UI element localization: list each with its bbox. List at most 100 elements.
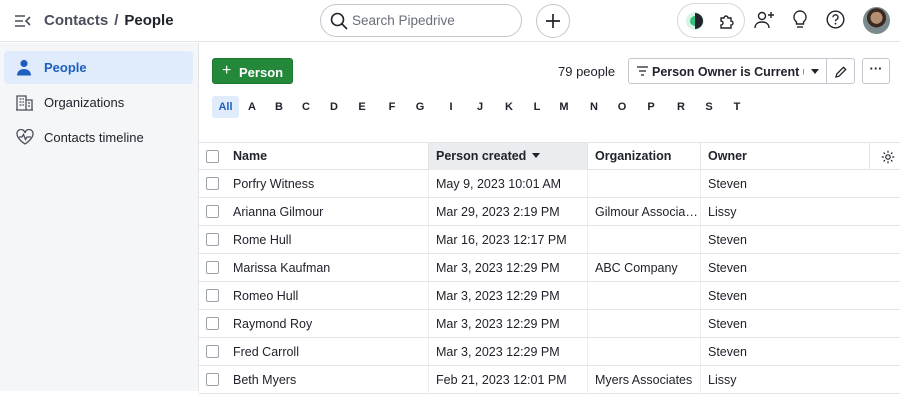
- row-checkbox[interactable]: [206, 373, 219, 386]
- cell-name[interactable]: Romeo Hull: [226, 282, 429, 309]
- cell-person-created: Mar 29, 2023 2:19 PM: [429, 198, 588, 225]
- sidebar-item-contacts-timeline[interactable]: Contacts timeline: [4, 121, 193, 154]
- add-person-label: Person: [239, 65, 284, 80]
- cell-owner: Steven: [708, 345, 747, 359]
- table-row[interactable]: Arianna Gilmour Mar 29, 2023 2:19 PM Gilmo…: [199, 198, 900, 226]
- alphabet-letter-p[interactable]: P: [644, 96, 658, 118]
- row-checkbox[interactable]: [206, 205, 219, 218]
- people-count: 79 people: [558, 64, 616, 79]
- sidebar-item-people[interactable]: People: [4, 51, 193, 84]
- row-checkbox[interactable]: [206, 345, 219, 358]
- alphabet-letter-a[interactable]: A: [245, 96, 259, 118]
- puzzle-icon[interactable]: [718, 12, 736, 30]
- breadcrumb-parent[interactable]: Contacts: [44, 12, 108, 29]
- alphabet-letter-m[interactable]: M: [557, 96, 571, 118]
- row-checkbox[interactable]: [206, 289, 219, 302]
- alphabet-letter-g[interactable]: G: [413, 96, 427, 118]
- sidebar-item-organizations[interactable]: Organizations: [4, 86, 193, 119]
- table-row[interactable]: Rome Hull Mar 16, 2023 12:17 PM Steven: [199, 226, 900, 254]
- column-header-organization[interactable]: Organization: [588, 143, 701, 170]
- alphabet-letter-s[interactable]: S: [702, 96, 716, 118]
- user-avatar[interactable]: [863, 7, 890, 34]
- column-header-owner[interactable]: Owner: [701, 143, 870, 170]
- cell-name[interactable]: Rome Hull: [226, 226, 429, 253]
- table-row[interactable]: Raymond Roy Mar 3, 2023 12:29 PM Steven: [199, 310, 900, 338]
- cell-person-created: Mar 16, 2023 12:17 PM: [429, 226, 588, 253]
- plus-icon: [546, 14, 560, 28]
- row-checkbox[interactable]: [206, 233, 219, 246]
- alphabet-letter-o[interactable]: O: [615, 96, 629, 118]
- search-placeholder: Search Pipedrive: [352, 13, 455, 28]
- column-label: Organization: [595, 149, 672, 163]
- search-input[interactable]: Search Pipedrive: [320, 4, 522, 37]
- person-icon: [17, 59, 31, 76]
- column-header-name[interactable]: Name: [226, 143, 429, 170]
- cell-owner: Steven: [708, 177, 747, 191]
- row-checkbox[interactable]: [206, 317, 219, 330]
- alphabet-letter-k[interactable]: K: [502, 96, 516, 118]
- sort-descending-icon: [532, 153, 541, 158]
- cell-organization[interactable]: [588, 170, 701, 197]
- select-all-checkbox[interactable]: [206, 150, 219, 163]
- cell-organization[interactable]: [588, 226, 701, 253]
- cell-organization[interactable]: [588, 338, 701, 365]
- collapse-menu-icon[interactable]: [14, 12, 32, 30]
- cell-name[interactable]: Arianna Gilmour: [226, 198, 429, 225]
- add-person-button[interactable]: + Person: [212, 58, 293, 84]
- alphabet-letter-l[interactable]: L: [530, 96, 544, 118]
- alphabet-letter-b[interactable]: B: [272, 96, 286, 118]
- plus-icon: +: [222, 62, 232, 79]
- row-checkbox[interactable]: [206, 261, 219, 274]
- cell-person-created: Mar 3, 2023 12:29 PM: [429, 338, 588, 365]
- alphabet-letter-t[interactable]: T: [730, 96, 744, 118]
- heart-pulse-icon: [16, 129, 34, 145]
- column-label: Person created: [436, 149, 527, 163]
- sidebar-item-label: Contacts timeline: [44, 130, 144, 145]
- table-row[interactable]: Beth Myers Feb 21, 2023 12:01 PM Myers Ass…: [199, 366, 900, 394]
- cell-owner: Lissy: [708, 373, 737, 387]
- growth-icon[interactable]: [685, 11, 705, 31]
- cell-organization[interactable]: Gilmour Associates: [588, 198, 701, 225]
- invite-users-icon[interactable]: [754, 10, 776, 30]
- gear-icon[interactable]: [881, 150, 895, 164]
- cell-name[interactable]: Raymond Roy: [226, 310, 429, 337]
- table-header: Name Person created Organization Owner: [199, 142, 900, 170]
- lightbulb-icon[interactable]: [792, 10, 808, 30]
- alphabet-letter-f[interactable]: F: [385, 96, 399, 118]
- alphabet-letter-j[interactable]: J: [473, 96, 487, 118]
- cell-organization[interactable]: Myers Associates: [588, 366, 701, 393]
- cell-name[interactable]: Beth Myers: [226, 366, 429, 393]
- cell-organization[interactable]: [588, 282, 701, 309]
- table-row[interactable]: Romeo Hull Mar 3, 2023 12:29 PM Steven: [199, 282, 900, 310]
- table-row[interactable]: Porfry Witness May 9, 2023 10:01 AM Steven: [199, 170, 900, 198]
- filter-label: Person Owner is Current user: [652, 65, 804, 79]
- alphabet-letter-d[interactable]: D: [327, 96, 341, 118]
- edit-filter-button[interactable]: [826, 58, 855, 84]
- quick-add-button[interactable]: [536, 4, 570, 38]
- cell-owner: Steven: [708, 317, 747, 331]
- alphabet-letter-all[interactable]: All: [212, 96, 239, 118]
- top-bar: Contacts / People Search Pipedrive: [0, 0, 900, 42]
- cell-name[interactable]: Porfry Witness: [226, 170, 429, 197]
- cell-owner: Lissy: [708, 205, 737, 219]
- cell-name[interactable]: Fred Carroll: [226, 338, 429, 365]
- column-label: Name: [233, 149, 268, 163]
- table-row[interactable]: Marissa Kaufman Mar 3, 2023 12:29 PM ABC C…: [199, 254, 900, 282]
- row-checkbox[interactable]: [206, 177, 219, 190]
- cell-organization[interactable]: [588, 310, 701, 337]
- filter-dropdown[interactable]: Person Owner is Current user: [628, 58, 827, 84]
- more-actions-button[interactable]: ···: [862, 58, 890, 84]
- alphabet-letter-i[interactable]: I: [444, 96, 458, 118]
- extensions-group: [677, 3, 745, 38]
- alphabet-letter-e[interactable]: E: [355, 96, 369, 118]
- table-row[interactable]: Fred Carroll Mar 3, 2023 12:29 PM Steven: [199, 338, 900, 366]
- chevron-down-icon: [811, 69, 819, 74]
- column-header-person-created[interactable]: Person created: [429, 143, 588, 170]
- alphabet-letter-r[interactable]: R: [674, 96, 688, 118]
- search-icon: [330, 12, 348, 30]
- help-icon[interactable]: [826, 10, 845, 29]
- alphabet-letter-c[interactable]: C: [299, 96, 313, 118]
- cell-name[interactable]: Marissa Kaufman: [226, 254, 429, 281]
- alphabet-letter-n[interactable]: N: [587, 96, 601, 118]
- cell-organization[interactable]: ABC Company: [588, 254, 701, 281]
